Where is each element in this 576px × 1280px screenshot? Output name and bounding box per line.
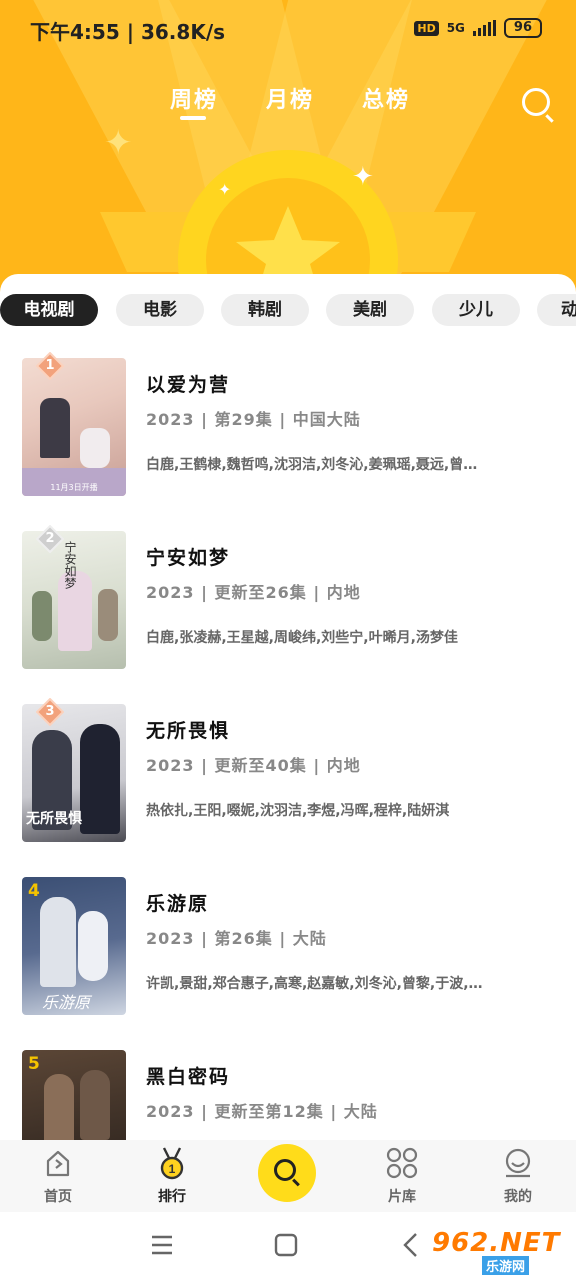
nav-label: 首页 (44, 1189, 72, 1205)
chip-tv-series[interactable]: 电视剧 (0, 294, 98, 326)
search-button[interactable] (258, 1144, 316, 1202)
item-title: 黑白密码 (146, 1066, 231, 1088)
nav-label: 片库 (388, 1189, 416, 1205)
nav-rank[interactable]: 1 排行 (132, 1144, 212, 1205)
search-icon[interactable] (522, 88, 550, 116)
poster-caption: 宁安如梦 (63, 541, 77, 589)
item-title: 无所畏惧 (146, 720, 231, 742)
rank-number: 4 (28, 881, 40, 901)
list-item[interactable]: 无所畏惧 3 无所畏惧 2023 | 更新至40集 | 内地 热依扎,王阳,啜妮… (22, 698, 562, 844)
ranking-period-tabs: 周榜 月榜 总榜 (0, 82, 576, 132)
tab-overall[interactable]: 总榜 (362, 82, 410, 114)
tab-label: 月榜 (266, 88, 315, 113)
profile-icon (505, 1148, 531, 1178)
item-title: 宁安如梦 (146, 547, 231, 569)
nav-label: 我的 (504, 1189, 532, 1205)
rank-number: 2 (45, 531, 55, 546)
category-chips: 电视剧 电影 韩剧 美剧 少儿 动 (0, 294, 576, 328)
item-cast: 许凯,景甜,郑合惠子,高寒,赵嘉敏,刘冬沁,曾黎,于波,… (146, 976, 483, 992)
sparkle-icon: ✦ (352, 162, 374, 192)
item-cast: 白鹿,张凌赫,王星越,周峻纬,刘些宁,叶晞月,汤梦佳 (146, 630, 458, 646)
tab-label: 周榜 (170, 88, 219, 113)
watermark-sub: 乐游网 (482, 1256, 530, 1275)
tab-monthly[interactable]: 月榜 (266, 82, 314, 114)
item-cast: 热依扎,王阳,啜妮,沈羽洁,李煜,冯晖,程梓,陆妍淇 (146, 803, 450, 819)
item-meta: 2023 | 更新至40集 | 内地 (146, 756, 361, 775)
ranking-sheet: 电视剧 电影 韩剧 美剧 少儿 动 11月3日开播 1 以爱为营 2023 | … (0, 274, 576, 1140)
status-icons: HD 5G 96 (414, 18, 542, 38)
nav-home[interactable]: 首页 (18, 1144, 98, 1205)
chip-korean-drama[interactable]: 韩剧 (221, 294, 309, 326)
tab-weekly[interactable]: 周榜 (170, 82, 219, 120)
item-title: 以爱为营 (146, 374, 231, 396)
menu-icon[interactable] (150, 1234, 174, 1256)
trophy-wing-right (386, 212, 476, 272)
nav-library[interactable]: 片库 (362, 1144, 442, 1205)
svg-text:1: 1 (169, 1162, 176, 1176)
sparkle-icon: ✦ (218, 180, 232, 199)
rank-number: 5 (28, 1054, 40, 1074)
site-watermark-logo: 962.NET 乐游网 (432, 1228, 572, 1275)
nav-mine[interactable]: 我的 (478, 1144, 558, 1205)
trophy-wing-left (100, 212, 190, 272)
item-title: 乐游原 (146, 893, 210, 915)
list-item[interactable]: 11月3日开播 1 以爱为营 2023 | 第29集 | 中国大陆 白鹿,王鹤棣… (22, 352, 562, 498)
rank-number: 1 (45, 358, 55, 373)
grid-icon (386, 1147, 418, 1179)
battery-icon: 96 (503, 18, 542, 38)
chip-anime[interactable]: 动 (537, 294, 576, 326)
search-icon (274, 1159, 296, 1181)
chip-kids[interactable]: 少儿 (432, 294, 520, 326)
network-label: 5G (446, 21, 465, 35)
poster-caption: 无所畏惧 (26, 811, 82, 827)
poster-caption: 乐游原 (42, 993, 91, 1012)
status-bar: 下午4:55 | 36.8K/s HD 5G 96 (0, 0, 576, 56)
signal-icon (472, 20, 496, 36)
status-time: 下午4:55 | 36.8K/s (30, 20, 226, 44)
item-meta: 2023 | 更新至第12集 | 大陆 (146, 1102, 378, 1121)
rank-number: 3 (45, 704, 55, 719)
medal-icon: 1 (160, 1147, 184, 1180)
list-item[interactable]: 5 黑白密码 2023 | 更新至第12集 | 大陆 (22, 1050, 562, 1140)
watermark-main: 962.NET (432, 1228, 561, 1258)
item-meta: 2023 | 第29集 | 中国大陆 (146, 410, 361, 429)
nav-label: 排行 (158, 1189, 186, 1205)
home-square-icon[interactable] (274, 1233, 298, 1257)
item-meta: 2023 | 更新至26集 | 内地 (146, 583, 361, 602)
screen: ✦ ✦ ✦ 下午4:55 | 36.8K/s HD 5G 96 周榜 月榜 总榜… (0, 0, 576, 1280)
list-item[interactable]: 乐游原 4 乐游原 2023 | 第26集 | 大陆 许凯,景甜,郑合惠子,高寒… (22, 877, 562, 1017)
bottom-nav: 首页 1 排行 片库 我的 (0, 1140, 576, 1212)
list-item[interactable]: 宁安如梦 2 宁安如梦 2023 | 更新至26集 | 内地 白鹿,张凌赫,王星… (22, 525, 562, 671)
poster-caption: 11月3日开播 (50, 483, 98, 492)
hd-badge: HD (414, 20, 439, 36)
item-meta: 2023 | 第26集 | 大陆 (146, 929, 327, 948)
tab-label: 总榜 (362, 88, 411, 113)
home-icon (46, 1150, 70, 1177)
back-icon[interactable] (400, 1232, 420, 1258)
tab-active-indicator (180, 116, 206, 120)
chip-movie[interactable]: 电影 (116, 294, 204, 326)
item-cast: 白鹿,王鹤棣,魏哲鸣,沈羽洁,刘冬沁,姜珮瑶,聂远,曾… (146, 457, 478, 473)
chip-us-drama[interactable]: 美剧 (326, 294, 414, 326)
